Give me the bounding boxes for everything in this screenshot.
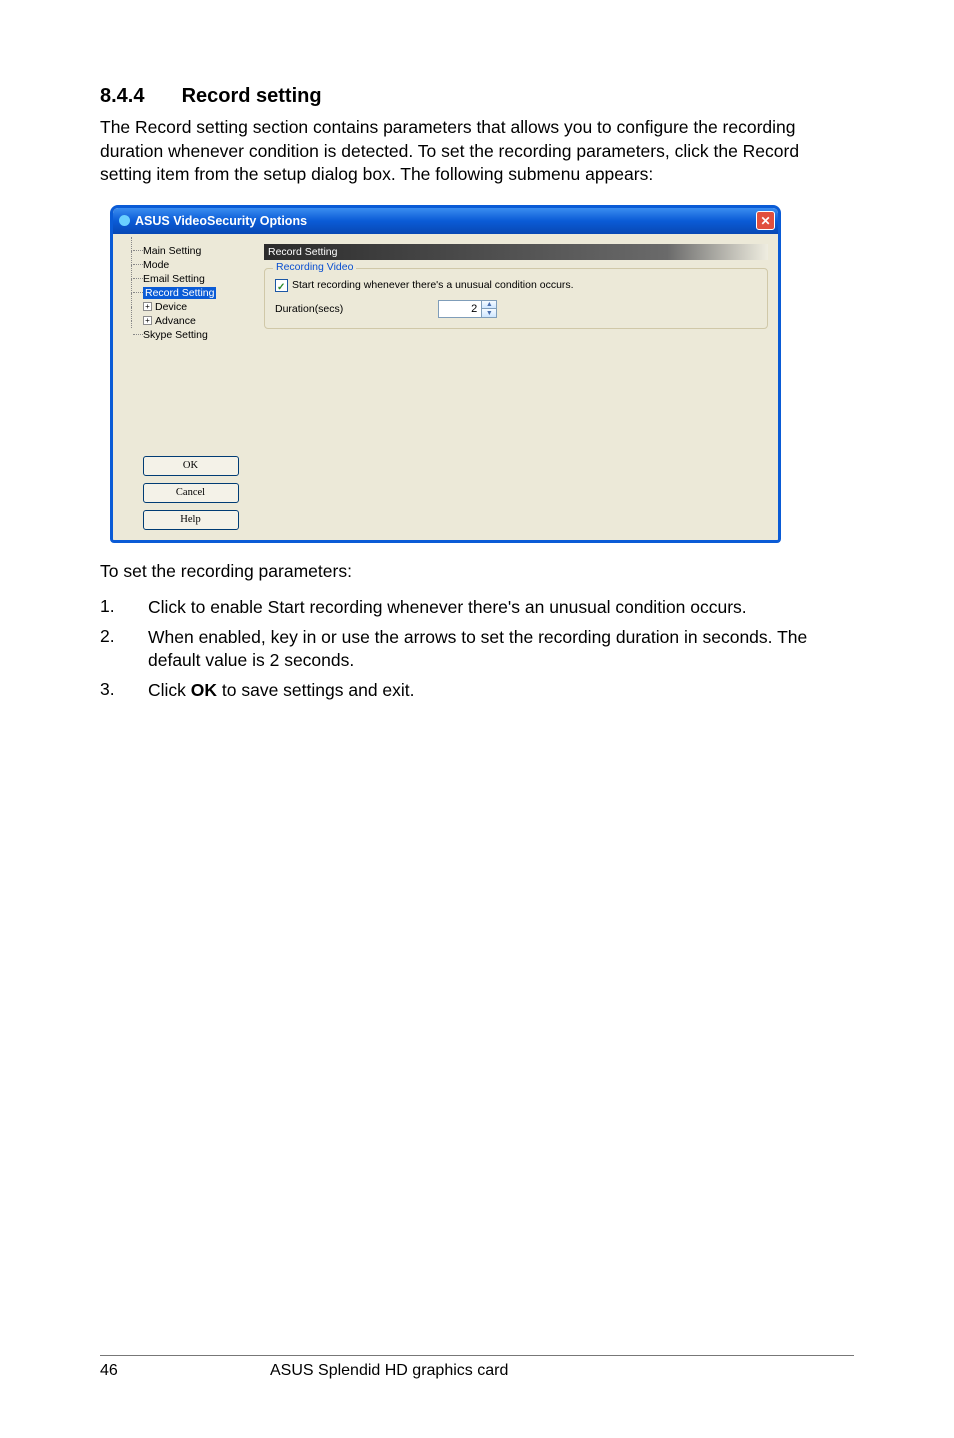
tree-item-device[interactable]: + Device	[123, 300, 258, 314]
step-number: 3.	[100, 679, 148, 703]
start-recording-checkbox[interactable]	[275, 279, 288, 292]
dialog-titlebar: ASUS VideoSecurity Options ✕	[113, 208, 778, 234]
ok-button[interactable]: OK	[143, 456, 239, 476]
step-text: Click OK to save settings and exit.	[148, 679, 854, 703]
step-1: 1. Click to enable Start recording whene…	[100, 596, 854, 620]
expand-icon[interactable]: +	[143, 302, 152, 311]
spinner-up-button[interactable]: ▲	[481, 301, 496, 309]
tree-label: Skype Setting	[143, 329, 208, 341]
cancel-button[interactable]: Cancel	[143, 483, 239, 503]
duration-input[interactable]: 2	[439, 301, 481, 317]
tree-item-skype-setting[interactable]: Skype Setting	[123, 328, 258, 342]
steps-list: 1. Click to enable Start recording whene…	[100, 596, 854, 703]
step-3: 3. Click OK to save settings and exit.	[100, 679, 854, 703]
tree-label: Main Setting	[143, 245, 201, 257]
spinner-down-button[interactable]: ▼	[481, 308, 496, 317]
checkbox-label: Start recording whenever there's a unusu…	[292, 279, 574, 291]
checkmark-icon	[277, 281, 286, 290]
step-text: Click to enable Start recording whenever…	[148, 596, 854, 620]
tree-label: Mode	[143, 259, 169, 271]
panel-header: Record Setting	[264, 244, 768, 260]
section-heading: 8.4.4 Record setting	[100, 85, 854, 108]
step-2: 2. When enabled, key in or use the arrow…	[100, 626, 854, 673]
step-text-part: Click	[148, 680, 191, 700]
tree-label: Record Setting	[143, 287, 216, 299]
step-text-bold: OK	[191, 680, 217, 700]
tree-label: Device	[155, 301, 187, 313]
page-footer: 46 ASUS Splendid HD graphics card	[100, 1355, 854, 1380]
section-title: Record setting	[182, 85, 322, 107]
tree-label: Email Setting	[143, 273, 205, 285]
step-number: 2.	[100, 626, 148, 673]
step-number: 1.	[100, 596, 148, 620]
duration-label: Duration(secs)	[275, 303, 343, 315]
section-number: 8.4.4	[100, 85, 176, 108]
right-pane: Record Setting Recording Video Start rec…	[258, 244, 768, 530]
step-text-part: to save settings and exit.	[217, 680, 414, 700]
tree-item-main-setting[interactable]: Main Setting	[123, 244, 258, 258]
expand-icon[interactable]: +	[143, 316, 152, 325]
step-text: When enabled, key in or use the arrows t…	[148, 626, 854, 673]
help-button[interactable]: Help	[143, 510, 239, 530]
nav-tree: Main Setting Mode Email Setting	[123, 244, 258, 342]
tree-label: Advance	[155, 315, 196, 327]
close-button[interactable]: ✕	[756, 211, 775, 230]
tree-item-mode[interactable]: Mode	[123, 258, 258, 272]
recording-video-group: Recording Video Start recording whenever…	[264, 268, 768, 329]
tree-item-email-setting[interactable]: Email Setting	[123, 272, 258, 286]
after-dialog-text: To set the recording parameters:	[100, 561, 854, 582]
dialog-title: ASUS VideoSecurity Options	[135, 214, 307, 228]
tree-item-record-setting[interactable]: Record Setting	[123, 286, 258, 300]
close-icon: ✕	[760, 214, 770, 228]
left-pane: Main Setting Mode Email Setting	[123, 244, 258, 530]
group-legend: Recording Video	[273, 261, 356, 273]
options-dialog: ASUS VideoSecurity Options ✕ Main Settin…	[110, 205, 781, 543]
footer-divider	[100, 1355, 854, 1356]
page-number: 46	[100, 1362, 270, 1380]
tree-item-advance[interactable]: + Advance	[123, 314, 258, 328]
app-icon	[119, 215, 130, 226]
footer-title: ASUS Splendid HD graphics card	[270, 1362, 854, 1380]
duration-spinner[interactable]: 2 ▲ ▼	[438, 300, 497, 318]
intro-paragraph: The Record setting section contains para…	[100, 116, 854, 187]
